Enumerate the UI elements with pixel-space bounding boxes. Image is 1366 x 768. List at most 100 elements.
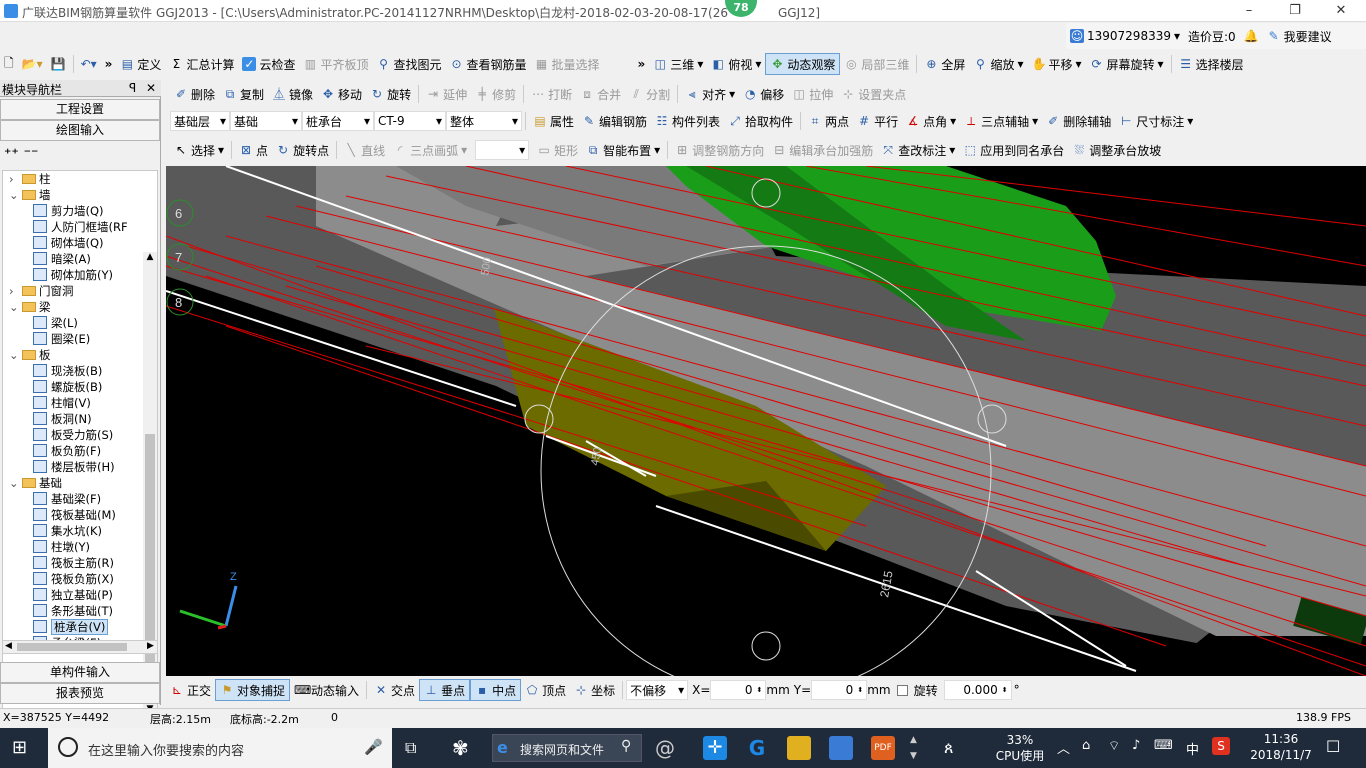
- scroll-right-icon[interactable]: ▶: [147, 641, 154, 651]
- open-icon[interactable]: 📂▾: [18, 53, 47, 75]
- bell-icon[interactable]: 🔔: [1240, 25, 1263, 47]
- close-panel-icon[interactable]: ✕: [146, 81, 156, 95]
- tree-item[interactable]: 螺旋板(B): [33, 379, 102, 395]
- network-icon[interactable]: ⌂: [1082, 738, 1090, 753]
- save-icon[interactable]: 💾: [47, 53, 70, 75]
- parallel-button[interactable]: # 平行: [853, 110, 902, 132]
- scroll-left-icon[interactable]: ◀: [5, 641, 12, 651]
- expand-all-icon[interactable]: ⁺⁺ ⁻⁻: [4, 146, 38, 162]
- coordinate-button[interactable]: ⊹ 坐标: [570, 679, 619, 701]
- rotate-point-button[interactable]: ↻ 旋转点: [272, 139, 333, 161]
- tree-item[interactable]: 筏板基础(M): [33, 507, 116, 523]
- pick-button[interactable]: ⤢ 拾取构件: [724, 110, 797, 132]
- x-input[interactable]: 0 ⬍: [710, 680, 767, 700]
- tree-folder[interactable]: › 柱: [9, 171, 51, 187]
- tree-item[interactable]: 现浇板(B): [33, 363, 102, 379]
- offset-mode-select[interactable]: 不偏移 ▾: [626, 680, 689, 700]
- copy-button[interactable]: ⧉ 复制: [219, 83, 268, 105]
- object-snap-button[interactable]: ⚑ 对象捕捉: [215, 679, 291, 701]
- action-center-icon[interactable]: ☐: [1326, 737, 1340, 756]
- keyboard-icon[interactable]: ⌨: [1154, 738, 1173, 753]
- sogou-icon[interactable]: S: [1212, 737, 1230, 755]
- two-point-button[interactable]: ⌗ 两点: [804, 110, 853, 132]
- change-label-button[interactable]: ⤧ 查改标注 ▾: [877, 139, 959, 161]
- fullscreen-button[interactable]: ⊕ 全屏: [920, 53, 969, 75]
- notes-app-icon[interactable]: [787, 736, 811, 760]
- taskbar-scroll-icon[interactable]: ▲ ▼: [910, 732, 917, 764]
- overflow-icon-2[interactable]: »: [634, 53, 650, 75]
- member-select[interactable]: CT-9 ▾: [374, 111, 446, 131]
- tree-item[interactable]: 柱墩(Y): [33, 539, 90, 555]
- break-button[interactable]: ⋯ 打断: [527, 83, 576, 105]
- volume-icon[interactable]: ♪: [1132, 738, 1140, 753]
- midpoint-button[interactable]: ▪ 中点: [470, 679, 522, 701]
- props-button[interactable]: ▤ 属性: [529, 110, 578, 132]
- tree-item[interactable]: 人防门框墙(RF: [33, 219, 128, 235]
- maximize-button[interactable]: ❐: [1272, 0, 1318, 22]
- person-icon[interactable]: ጰ: [944, 738, 954, 758]
- trim-button[interactable]: ╪ 修剪: [471, 83, 520, 105]
- taskbar-search-box[interactable]: 在这里输入你要搜索的内容 🎤: [48, 728, 392, 768]
- pin-icon[interactable]: ꟼ: [129, 81, 136, 95]
- scene-canvas[interactable]: 6 7 8 500 450 2615 Z: [166, 166, 1366, 676]
- dimension-button[interactable]: ⊢ 尺寸标注 ▾: [1115, 110, 1197, 132]
- tree-item[interactable]: 条形基础(T): [33, 603, 113, 619]
- tree-folder[interactable]: ⌄ 板: [9, 347, 51, 363]
- report-preview-button[interactable]: 报表预览: [0, 683, 160, 704]
- expand-icon[interactable]: ›: [9, 171, 19, 187]
- edit-cap-rebar-button[interactable]: ⊟ 编辑承台加强筋: [768, 139, 877, 161]
- ortho-button[interactable]: ⊾ 正交: [166, 679, 215, 701]
- extend-button[interactable]: ⇥ 延伸: [422, 83, 471, 105]
- task-view-icon[interactable]: ⧉: [405, 738, 416, 758]
- stretch-button[interactable]: ◫ 拉伸: [788, 83, 837, 105]
- dynamic-input-button[interactable]: ⌨ 动态输入: [290, 679, 363, 701]
- pdf-app-icon[interactable]: PDF: [871, 736, 895, 760]
- apply-same-button[interactable]: ⬚ 应用到同名承台: [959, 139, 1068, 161]
- tree-folder[interactable]: ⌄ 墙: [9, 187, 51, 203]
- category-select[interactable]: 基础 ▾: [230, 111, 302, 131]
- new-icon[interactable]: 🗋: [0, 53, 18, 75]
- shape-select[interactable]: ▾: [475, 140, 530, 160]
- delete-axis-button[interactable]: ✐ 删除辅轴: [1042, 110, 1115, 132]
- batch-select-button[interactable]: ▦ 批量选择: [531, 53, 604, 75]
- scroll-up-icon[interactable]: ▲: [144, 252, 156, 266]
- adjust-slope-button[interactable]: ⛆ 调整承台放坡: [1068, 139, 1165, 161]
- tree-folder[interactable]: › 门窗洞: [9, 283, 74, 299]
- spinner-icon[interactable]: ⬍: [757, 686, 763, 694]
- minimize-button[interactable]: –: [1226, 0, 1272, 22]
- define-button[interactable]: ▤ 定义: [116, 53, 165, 75]
- 3d-viewport[interactable]: 6 7 8 500 450 2615 Z: [166, 166, 1366, 676]
- tree-item[interactable]: 桩承台(V): [33, 619, 109, 635]
- ime-indicator[interactable]: 中: [1186, 739, 1199, 758]
- edit-rebar-button[interactable]: ✎ 编辑钢筋: [578, 110, 651, 132]
- cloud-check-button[interactable]: ✓ 云检查: [238, 53, 299, 75]
- smart-layout-button[interactable]: ⧉ 智能布置 ▾: [582, 139, 664, 161]
- y-input[interactable]: 0 ⬍: [811, 680, 868, 700]
- local3d-button[interactable]: ◎ 局部三维: [840, 53, 913, 75]
- floor-select[interactable]: 基础层 ▾: [170, 111, 230, 131]
- offset-button[interactable]: ◔ 偏移: [739, 83, 788, 105]
- windows-start-icon[interactable]: ⊞: [12, 738, 32, 758]
- account-menu[interactable]: ☺ 13907298339 ▾: [1066, 25, 1184, 47]
- collapse-icon[interactable]: ⌄: [9, 299, 19, 315]
- member-list-button[interactable]: ☷ 构件列表: [651, 110, 724, 132]
- tree-item[interactable]: 筏板负筋(X): [33, 571, 114, 587]
- single-input-button[interactable]: 单构件输入: [0, 662, 160, 683]
- zoom-button[interactable]: ⚲ 缩放 ▾: [969, 53, 1027, 75]
- hscroll-thumb[interactable]: [17, 643, 127, 651]
- undo-icon[interactable]: ↶▾: [77, 53, 101, 75]
- tree-item[interactable]: 板负筋(F): [33, 443, 101, 459]
- tree-item[interactable]: 板洞(N): [33, 411, 92, 427]
- mirror-button[interactable]: ⏅ 镜像: [268, 83, 317, 105]
- tree-item[interactable]: 筏板主筋(R): [33, 555, 114, 571]
- overflow-icon[interactable]: »: [101, 53, 117, 75]
- sum-button[interactable]: Σ 汇总计算: [165, 53, 238, 75]
- intersection-button[interactable]: ✕ 交点: [370, 679, 419, 701]
- pan-button[interactable]: ✋ 平移 ▾: [1027, 53, 1085, 75]
- point-angle-button[interactable]: ∡ 点角 ▾: [902, 110, 960, 132]
- cpu-meter[interactable]: 33% CPU使用: [990, 732, 1050, 764]
- tree-hscrollbar[interactable]: ◀ ▶: [2, 640, 158, 654]
- collapse-icon[interactable]: ⌄: [9, 187, 19, 203]
- tree-item[interactable]: 楼层板带(H): [33, 459, 115, 475]
- tree-item[interactable]: 圈梁(E): [33, 331, 90, 347]
